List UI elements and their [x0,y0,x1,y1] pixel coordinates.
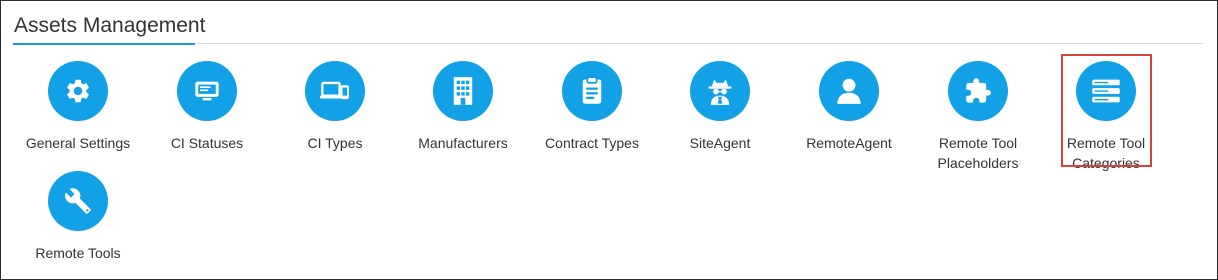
clipboard-icon [562,61,622,121]
section-title: Assets Management [14,14,206,37]
gear-icon [48,61,108,121]
server-icon [1076,61,1136,121]
tile-label: CI Statuses [170,135,244,151]
building-icon [433,61,493,121]
spy-icon [690,61,750,121]
title-accent-underline [13,43,195,45]
tile-label: Remote Tools [35,245,121,261]
puzzle-icon [948,61,1008,121]
devices-icon [305,61,365,121]
tile-label: General Settings [25,135,131,151]
tile-label: RemoteAgent [806,135,892,151]
user-icon [819,61,879,121]
tile-label: Contract Types [545,135,639,151]
tile-label: SiteAgent [689,135,751,151]
assets-management-panel: Assets Management General Settings CI St… [0,0,1218,280]
tile-label: Manufacturers [418,135,508,151]
tile-label: CI Types [307,135,363,151]
wrench-icon [48,171,108,231]
monitor-icon [177,61,237,121]
tile-label: Remote Tool Categories [1066,135,1146,171]
tile-label: Remote Tool Placeholders [937,135,1019,171]
